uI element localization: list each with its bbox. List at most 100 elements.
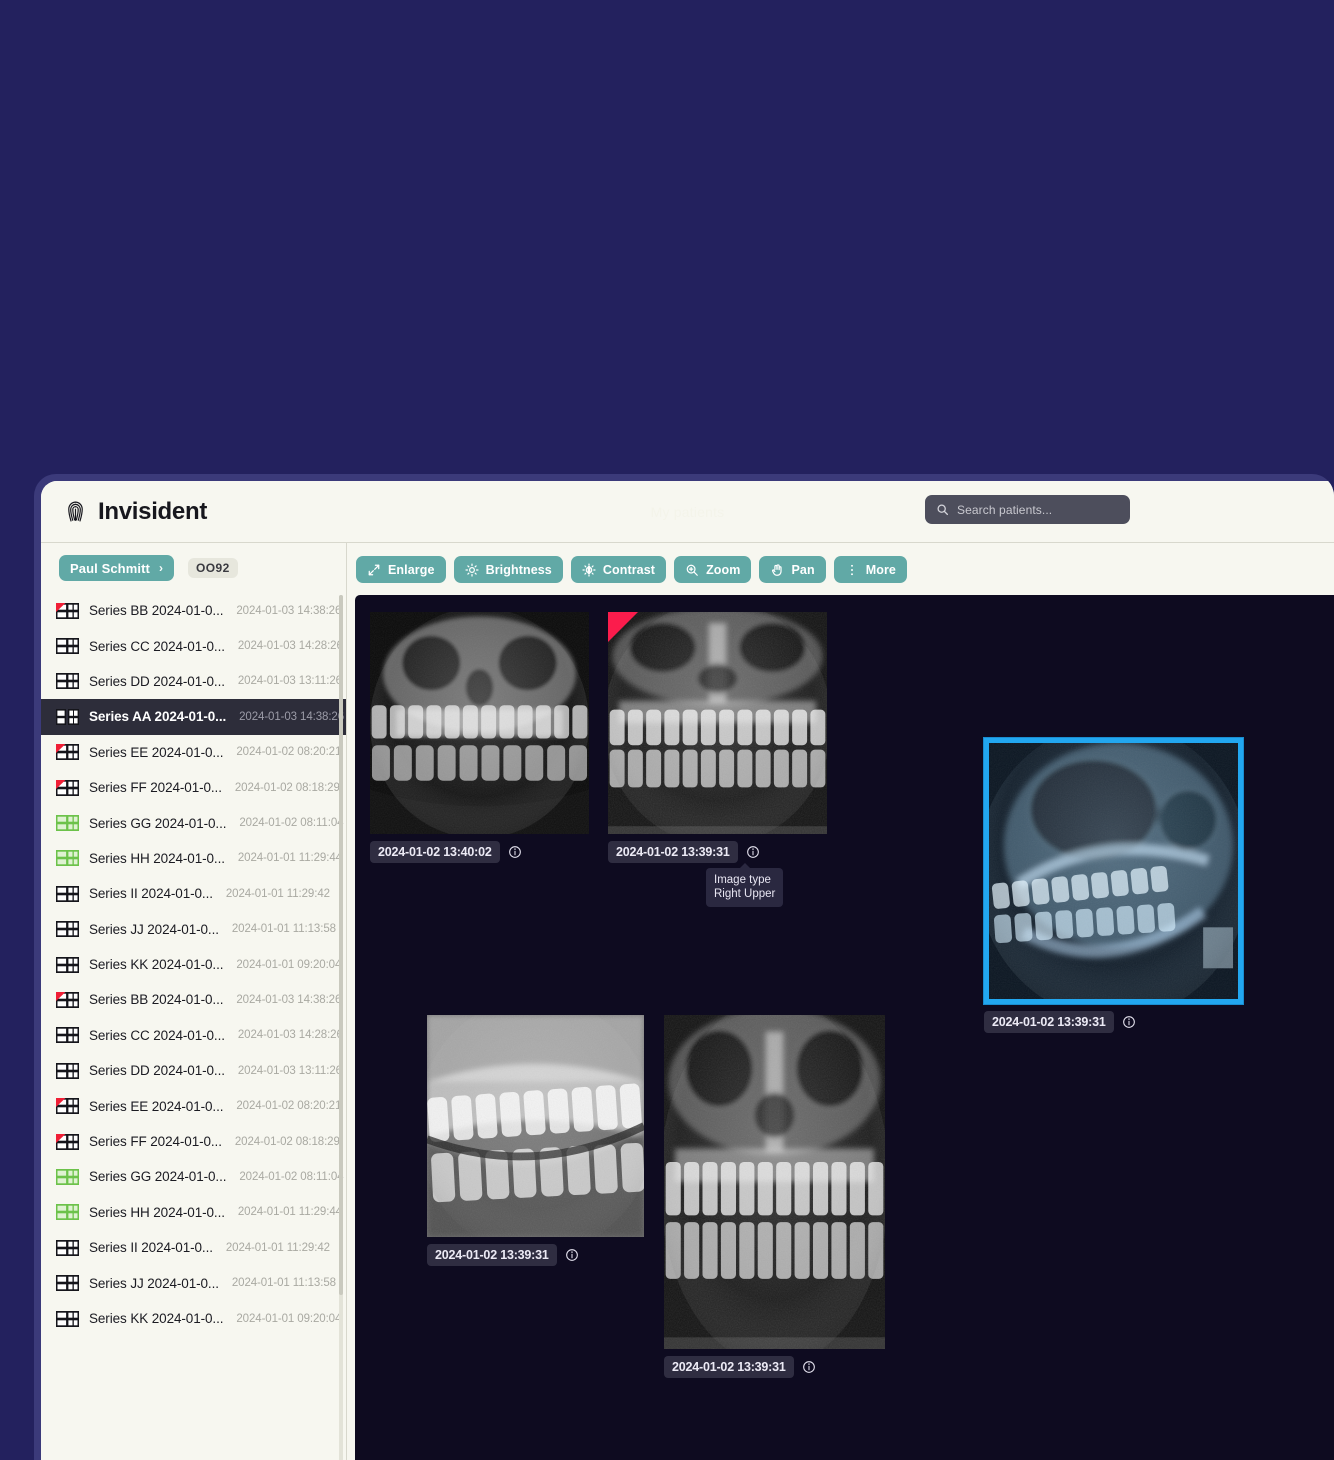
series-list-item[interactable]: Series HH 2024-01-0... 2024-01-01 11:29:4…	[41, 841, 346, 876]
series-list-item[interactable]: Series KK 2024-01-0... 2024-01-01 09:20:0…	[41, 1301, 346, 1336]
info-icon[interactable]	[508, 845, 522, 859]
thumbnail-caption-row: 2024-01-02 13:39:31	[984, 1011, 1243, 1033]
image-thumbnail[interactable]: 2024-01-02 13:40:02	[370, 612, 589, 863]
series-list-item[interactable]: Series GG 2024-01-0... 2024-01-02 08:11:0…	[41, 805, 346, 840]
series-list-item[interactable]: Series JJ 2024-01-0... 2024-01-01 11:13:5…	[41, 912, 346, 947]
grid-red-icon	[56, 744, 79, 761]
series-list-item[interactable]: Series JJ 2024-01-0... 2024-01-01 11:13:5…	[41, 1265, 346, 1300]
series-date: 2024-01-02 08:11:04	[239, 817, 344, 830]
tool-button-zoom[interactable]: Zoom	[674, 556, 752, 583]
series-date: 2024-01-01 11:29:44	[237, 852, 342, 865]
series-name: Series EE 2024-01-0...	[89, 1098, 224, 1114]
image-type-tooltip: Image type Right Upper	[706, 863, 784, 907]
series-name: Series BB 2024-01-0...	[89, 992, 224, 1008]
patient-bar: Paul Schmitt › OO92	[41, 543, 346, 593]
patient-selector-button[interactable]: Paul Schmitt ›	[59, 555, 175, 581]
thumbnail-caption-row: 2024-01-02 13:40:02	[370, 841, 589, 863]
tool-button-pan[interactable]: Pan	[759, 556, 826, 583]
app-window: Invisident My patients Search patients..…	[41, 481, 1334, 1460]
app-window-frame: Invisident My patients Search patients..…	[34, 474, 1334, 1460]
info-icon[interactable]	[1122, 1015, 1136, 1029]
series-list-item[interactable]: Series CC 2024-01-0... 2024-01-03 14:28:2…	[41, 1018, 346, 1053]
series-list-item[interactable]: Series II 2024-01-0... 2024-01-01 11:29:4…	[41, 1230, 346, 1265]
series-date: 2024-01-02 08:20:21	[236, 746, 342, 759]
tool-button-contrast[interactable]: Contrast	[570, 556, 667, 583]
tool-button-label: Zoom	[706, 562, 741, 577]
series-date: 2024-01-01 11:29:44	[237, 1206, 342, 1219]
thumbnail-timestamp: 2024-01-02 13:39:31	[984, 1011, 1114, 1033]
series-list-item[interactable]: Series II 2024-01-0... 2024-01-01 11:29:4…	[41, 876, 346, 911]
grid-black-icon	[56, 638, 79, 655]
image-thumbnail[interactable]: 2024-01-02 13:39:31	[664, 1015, 885, 1378]
contrast-icon	[582, 562, 596, 577]
tooltip-value: Right Upper	[714, 888, 776, 901]
series-list-item[interactable]: Series BB 2024-01-0... 2024-01-03 14:38:2…	[41, 593, 346, 628]
grid-red-icon	[56, 779, 79, 796]
series-name: Series DD 2024-01-0...	[89, 673, 225, 689]
app-header: Invisident My patients Search patients..…	[41, 481, 1334, 543]
series-name: Series HH 2024-01-0...	[89, 850, 225, 866]
series-date: 2024-01-02 08:18:29	[234, 781, 340, 794]
sidebar-scrollbar-thumb[interactable]	[339, 595, 343, 1295]
patient-name: Paul Schmitt	[70, 560, 150, 576]
thumbnail-timestamp: 2024-01-02 13:39:31	[664, 1356, 794, 1378]
tool-button-more[interactable]: More	[833, 556, 907, 583]
series-date: 2024-01-01 09:20:04	[236, 1312, 342, 1325]
more-dots-icon	[845, 563, 859, 577]
thumbnail-caption-row: 2024-01-02 13:39:31	[664, 1356, 885, 1378]
series-list-item[interactable]: Series BB 2024-01-0... 2024-01-03 14:38:2…	[41, 982, 346, 1017]
series-list-item[interactable]: Series HH 2024-01-0... 2024-01-01 11:29:4…	[41, 1195, 346, 1230]
series-name: Series BB 2024-01-0...	[89, 603, 224, 619]
series-list-item[interactable]: Series CC 2024-01-0... 2024-01-03 14:28:2…	[41, 628, 346, 663]
xray-image-panoramic-upper[interactable]	[608, 612, 827, 834]
series-list[interactable]: Series BB 2024-01-0... 2024-01-03 14:38:2…	[41, 593, 346, 1460]
series-list-item[interactable]: Series FF 2024-01-0... 2024-01-02 08:18:2…	[41, 1124, 346, 1159]
series-date: 2024-01-03 14:28:26	[237, 640, 343, 653]
series-date: 2024-01-01 11:13:58	[231, 923, 336, 936]
tool-button-enlarge[interactable]: Enlarge	[356, 556, 446, 583]
search-icon	[936, 503, 949, 516]
info-icon[interactable]	[746, 845, 760, 859]
series-list-item[interactable]: Series KK 2024-01-0... 2024-01-01 09:20:0…	[41, 947, 346, 982]
search-input[interactable]: Search patients...	[925, 495, 1130, 524]
patient-id-badge: OO92	[188, 558, 238, 578]
brightness-icon	[465, 562, 479, 577]
image-thumbnail[interactable]: 2024-01-02 13:39:31	[608, 612, 827, 863]
brand-name: Invisident	[98, 497, 208, 525]
tool-button-brightness[interactable]: Brightness	[453, 556, 563, 583]
series-list-item[interactable]: Series GG 2024-01-0... 2024-01-02 08:11:0…	[41, 1159, 346, 1194]
series-list-item[interactable]: Series DD 2024-01-0... 2024-01-03 13:11:2…	[41, 1053, 346, 1088]
tool-button-label: Contrast	[602, 562, 656, 577]
series-list-item[interactable]: Series AA 2024-01-0... 2024-01-03 14:38:2…	[41, 699, 346, 735]
tool-button-label: Enlarge	[388, 562, 435, 577]
grid-red-icon	[56, 1098, 79, 1115]
image-thumbnail[interactable]: 2024-01-02 13:39:31	[984, 738, 1243, 1033]
series-list-item[interactable]: Series EE 2024-01-0... 2024-01-02 08:20:2…	[41, 735, 346, 770]
series-name: Series CC 2024-01-0...	[89, 1027, 225, 1043]
series-name: Series GG 2024-01-0...	[89, 815, 227, 831]
series-date: 2024-01-01 09:20:04	[236, 958, 342, 971]
grid-green-icon	[56, 1204, 79, 1221]
xray-image-lateral-skull[interactable]	[984, 738, 1243, 1004]
xray-image-panoramic-tall[interactable]	[664, 1015, 885, 1349]
brand: Invisident	[41, 498, 207, 526]
series-name: Series JJ 2024-01-0...	[89, 1275, 219, 1291]
series-date: 2024-01-03 14:38:26	[236, 604, 342, 617]
xray-image-panoramic-half[interactable]	[427, 1015, 644, 1237]
xray-image-bitewing-full[interactable]	[370, 612, 589, 834]
series-date: 2024-01-03 14:38:26	[236, 993, 342, 1006]
image-canvas[interactable]: 2024-01-02 13:40:02 2024-01-02 13:39:31 20…	[355, 595, 1334, 1460]
sidebar: Paul Schmitt › OO92 Series BB 2024-01-0.…	[41, 543, 347, 1460]
series-date: 2024-01-02 08:18:29	[234, 1135, 340, 1148]
image-thumbnail[interactable]: 2024-01-02 13:39:31	[427, 1015, 644, 1266]
grid-red-icon	[56, 602, 79, 619]
series-date: 2024-01-02 08:11:04	[239, 1170, 344, 1183]
info-icon[interactable]	[802, 1360, 816, 1374]
grid-black-icon	[56, 1310, 79, 1327]
series-list-item[interactable]: Series DD 2024-01-0... 2024-01-03 13:11:2…	[41, 664, 346, 699]
grid-green-icon	[56, 1168, 79, 1185]
series-list-item[interactable]: Series FF 2024-01-0... 2024-01-02 08:18:2…	[41, 770, 346, 805]
info-icon[interactable]	[565, 1248, 579, 1262]
series-list-item[interactable]: Series EE 2024-01-0... 2024-01-02 08:20:2…	[41, 1088, 346, 1123]
series-name: Series KK 2024-01-0...	[89, 957, 224, 973]
